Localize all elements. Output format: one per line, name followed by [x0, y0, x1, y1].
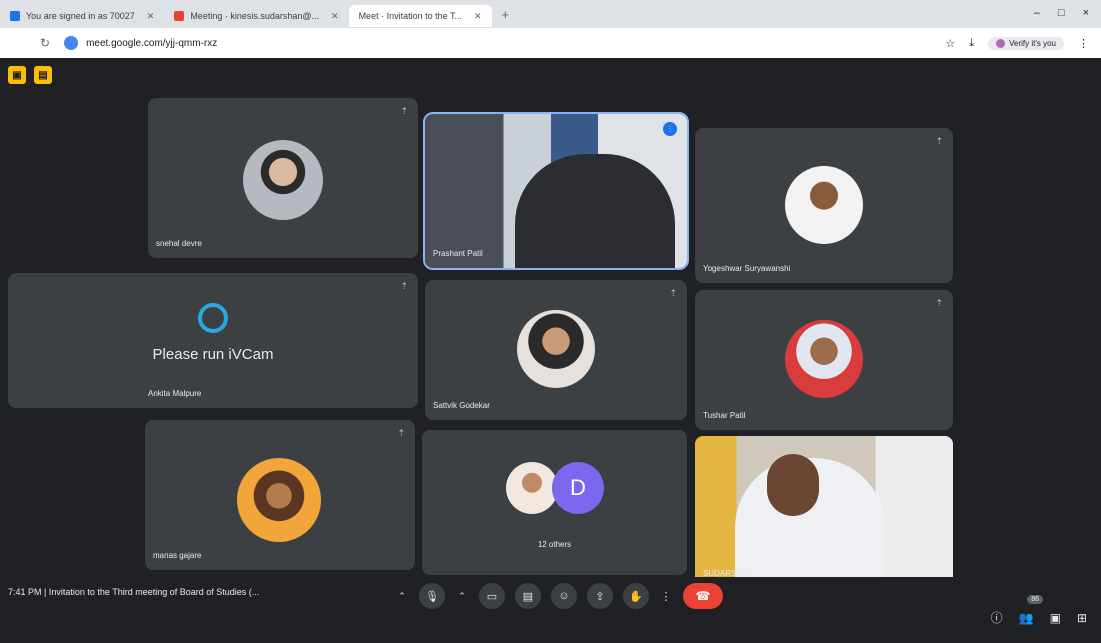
- tab-label: Meeting · kinesis.sudarshan@...: [190, 11, 320, 21]
- bookmark-star-icon[interactable]: ☆: [945, 37, 955, 50]
- call-controls: ⌃ 🎙 ⌃ ▭ ▤ ☺ ⇪ ✋ ⋮ ☎: [395, 583, 723, 609]
- window-controls: – □ ×: [1034, 7, 1089, 19]
- info-icon[interactable]: ⓘ: [991, 609, 1003, 626]
- address-bar: ↻ meet.google.com/yjj-qmm-rxz ☆ ⤓ Verify…: [0, 28, 1101, 58]
- participant-name: Ankita Malpure: [148, 389, 202, 398]
- participant-tile[interactable]: ⇡ Sattvik Godekar: [425, 280, 687, 420]
- avatar: [237, 458, 321, 542]
- pin-icon[interactable]: ⇡: [935, 298, 943, 309]
- close-tab-icon[interactable]: ✕: [331, 11, 339, 22]
- tab-meeting-mail[interactable]: Meeting · kinesis.sudarshan@... ✕: [164, 5, 348, 27]
- download-icon[interactable]: ⤓: [969, 37, 974, 50]
- meeting-controls-bar: 7:41 PM | Invitation to the Third meetin…: [0, 577, 1101, 643]
- doc-icon: [10, 11, 20, 21]
- extension-icon[interactable]: ▣: [8, 66, 26, 84]
- participant-name: manas gajare: [153, 551, 202, 560]
- pin-icon[interactable]: ⇡: [935, 136, 943, 147]
- more-options-icon[interactable]: ⋮: [659, 583, 673, 609]
- participant-video: [425, 114, 687, 268]
- audio-options-chevron-icon[interactable]: ⌃: [395, 583, 409, 609]
- chat-icon[interactable]: ▣: [1050, 611, 1061, 625]
- activities-icon[interactable]: ⊞: [1077, 611, 1087, 625]
- participant-tile[interactable]: ⇡ Please run iVCam Ankita Malpure: [8, 273, 418, 408]
- microphone-icon[interactable]: 🎙: [419, 583, 445, 609]
- participant-name: Sattvik Godekar: [433, 401, 490, 410]
- profile-label: Verify it's you: [1009, 38, 1056, 48]
- participant-tile[interactable]: ⇡ snehal devre: [148, 98, 418, 258]
- pin-icon[interactable]: ⇡: [669, 288, 677, 299]
- present-screen-icon[interactable]: ⇪: [587, 583, 613, 609]
- tab-label: You are signed in as 70027: [26, 11, 135, 21]
- maximize-button[interactable]: □: [1058, 7, 1065, 19]
- participant-tile[interactable]: SUDARSHAN: [695, 436, 953, 588]
- tab-label: Meet · Invitation to the T...: [358, 11, 462, 21]
- extension-icons: ▣ ▤: [8, 66, 52, 84]
- reload-icon[interactable]: ↻: [40, 36, 50, 50]
- webcam-icon: [198, 303, 228, 333]
- end-call-button[interactable]: ☎: [683, 583, 723, 609]
- browser-tab-bar: You are signed in as 70027 ✕ Meeting · k…: [0, 0, 1101, 68]
- people-icon[interactable]: 👥: [1019, 611, 1034, 625]
- avatar: [506, 462, 558, 514]
- minimize-button[interactable]: –: [1034, 7, 1040, 19]
- avatar: [243, 140, 323, 220]
- new-tab-button[interactable]: +: [492, 7, 520, 22]
- participant-tile[interactable]: ⇡ manas gajare: [145, 420, 415, 570]
- pin-icon[interactable]: ⇡: [400, 106, 408, 117]
- participant-tile[interactable]: ⫶ Prashant Patil: [423, 112, 689, 270]
- participant-name: Yogeshwar Suryawanshi: [703, 264, 791, 273]
- menu-kebab-icon[interactable]: ⋮: [1078, 37, 1089, 50]
- avatar: D: [552, 462, 604, 514]
- captions-icon[interactable]: ▤: [515, 583, 541, 609]
- speaking-indicator-icon: ⫶: [663, 122, 677, 136]
- url-field[interactable]: meet.google.com/yjj-qmm-rxz: [86, 38, 217, 49]
- meeting-details[interactable]: 7:41 PM | Invitation to the Third meetin…: [8, 587, 259, 597]
- tab-signed-in[interactable]: You are signed in as 70027 ✕: [0, 5, 164, 27]
- camera-icon[interactable]: ▭: [479, 583, 505, 609]
- ivcam-placeholder: Please run iVCam: [8, 303, 418, 363]
- ivcam-message: Please run iVCam: [152, 346, 274, 363]
- raise-hand-icon[interactable]: ✋: [623, 583, 649, 609]
- tab-meet[interactable]: Meet · Invitation to the T... ✕: [0, 5, 492, 68]
- close-tab-icon[interactable]: ✕: [474, 11, 482, 22]
- mail-icon: [174, 11, 185, 21]
- participant-name: Tushar Patil: [703, 411, 746, 420]
- address-actions: ☆ ⤓ Verify it's you ⋮: [945, 36, 1089, 50]
- others-count: 12 others: [537, 540, 572, 549]
- participant-tile[interactable]: D 12 others: [422, 430, 687, 575]
- meet-stage: ▣ ▤ ⇡ snehal devre ⫶ Prashant Patil ⇡ Yo…: [0, 58, 1101, 643]
- avatar: [785, 320, 863, 398]
- participant-tile[interactable]: ⇡ Yogeshwar Suryawanshi: [695, 128, 953, 283]
- avatar: [785, 166, 863, 244]
- pin-icon[interactable]: ⇡: [400, 281, 408, 292]
- participant-name: snehal devre: [156, 239, 202, 248]
- people-count-badge: 86: [1027, 595, 1043, 604]
- profile-button[interactable]: Verify it's you: [988, 36, 1064, 50]
- pin-icon[interactable]: ⇡: [397, 428, 405, 439]
- avatar: [996, 38, 1006, 48]
- emoji-reaction-icon[interactable]: ☺: [551, 583, 577, 609]
- avatar: [517, 310, 595, 388]
- site-info-icon[interactable]: [64, 36, 79, 50]
- close-window-button[interactable]: ×: [1083, 7, 1089, 19]
- extension-icon[interactable]: ▤: [34, 66, 52, 84]
- participant-tile[interactable]: ⇡ Tushar Patil: [695, 290, 953, 430]
- close-tab-icon[interactable]: ✕: [147, 11, 155, 22]
- video-options-chevron-icon[interactable]: ⌃: [455, 583, 469, 609]
- side-panel-controls: ⓘ 👥 ▣ ⊞: [991, 609, 1087, 626]
- participant-name: Prashant Patil: [433, 249, 483, 258]
- participant-video: [695, 436, 953, 588]
